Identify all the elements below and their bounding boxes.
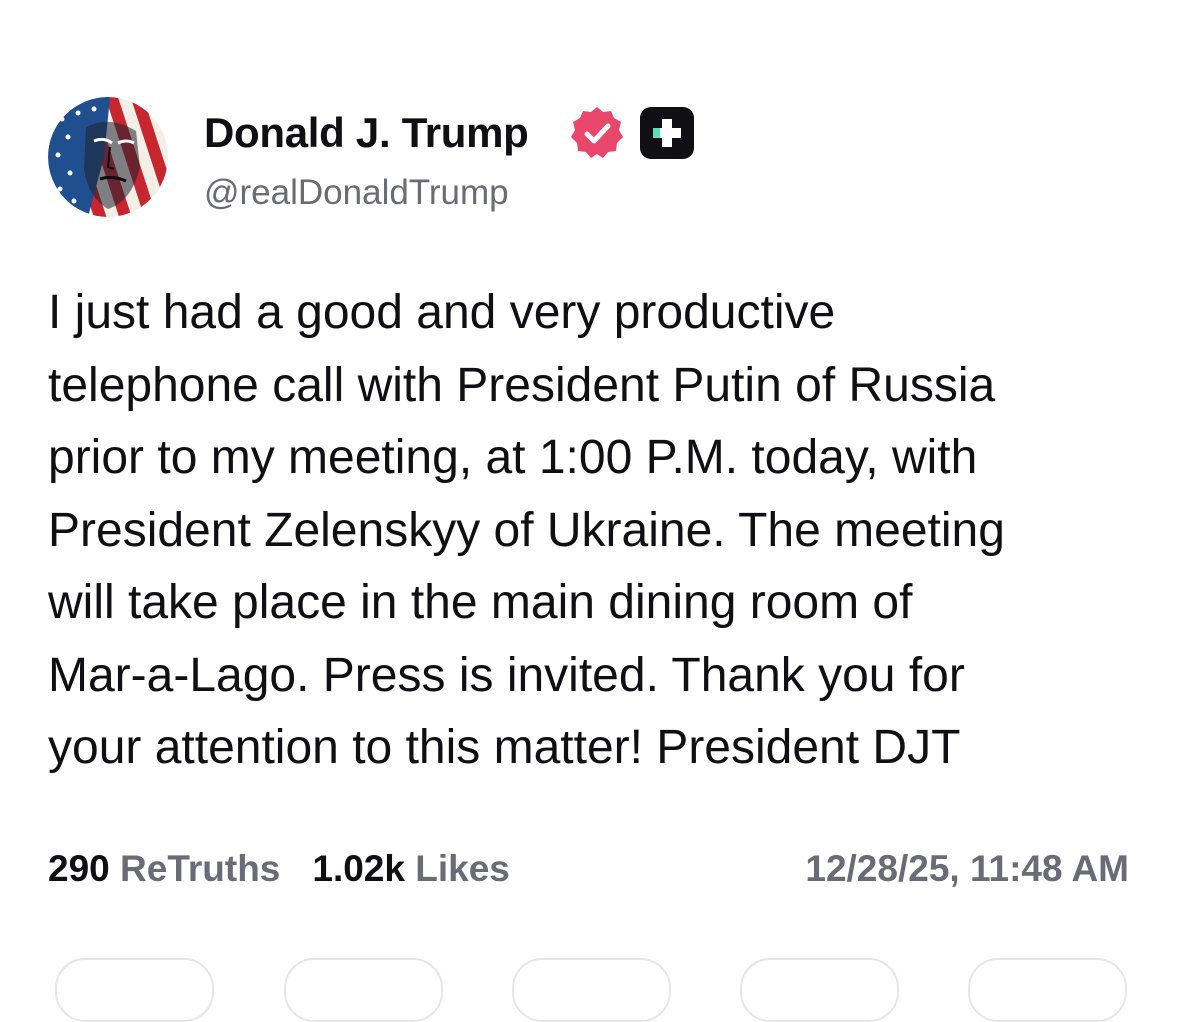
retruths-count: 290 bbox=[48, 848, 110, 889]
share-button[interactable] bbox=[740, 958, 899, 1022]
author-display-name[interactable]: Donald J. Trump bbox=[204, 108, 529, 158]
post-timestamp: 12/28/25, 11:48 AM bbox=[805, 848, 1129, 889]
action-bar bbox=[0, 950, 1179, 1022]
retruths-label: ReTruths bbox=[120, 848, 281, 889]
author-handle[interactable]: @realDonaldTrump bbox=[204, 172, 509, 214]
like-button[interactable] bbox=[512, 958, 671, 1022]
likes-stat[interactable]: 1.02k Likes bbox=[312, 846, 510, 892]
more-button[interactable] bbox=[968, 958, 1127, 1022]
verified-badge-icon bbox=[571, 107, 623, 158]
reply-button[interactable] bbox=[55, 958, 214, 1022]
post-stats: 290 ReTruths 1.02k Likes bbox=[48, 846, 542, 892]
likes-label: Likes bbox=[415, 848, 510, 889]
author-avatar[interactable] bbox=[48, 97, 168, 217]
avatar-image bbox=[48, 97, 168, 217]
truth-plus-icon bbox=[640, 107, 694, 159]
post-body: I just had a good and very productive te… bbox=[48, 286, 1005, 774]
retruth-button[interactable] bbox=[284, 958, 443, 1022]
retruths-stat[interactable]: 290 ReTruths bbox=[48, 846, 280, 892]
post-card: Donald J. Trump @realDonaldTrump I just … bbox=[0, 0, 1179, 1022]
likes-count: 1.02k bbox=[312, 848, 405, 889]
